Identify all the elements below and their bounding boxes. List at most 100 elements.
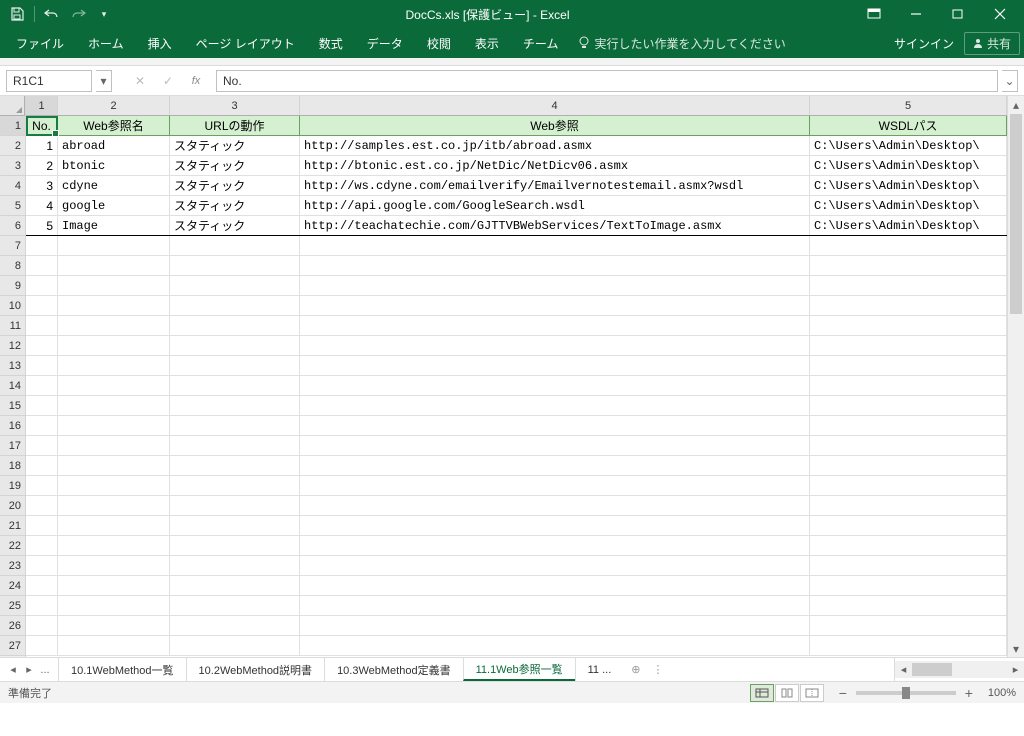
cell[interactable] [300,296,810,315]
cell[interactable]: スタティック [170,136,300,155]
sheet-tab[interactable]: 10.3WebMethod定義書 [324,658,464,681]
cell[interactable] [58,296,170,315]
cell[interactable] [810,556,1007,575]
insert-function-icon[interactable]: fx [184,71,208,91]
sheet-tab[interactable]: 10.2WebMethod説明書 [186,658,326,681]
tab-scroll-left-icon[interactable]: ◂ [6,663,20,676]
cell[interactable] [170,296,300,315]
column-header[interactable]: 4 [300,96,810,115]
cell[interactable] [300,416,810,435]
cell[interactable] [810,636,1007,655]
row-header[interactable]: 25 [0,596,25,616]
cell[interactable] [26,496,58,515]
tell-me[interactable]: 実行したい作業を入力してください [578,35,785,52]
cell[interactable] [58,616,170,635]
cell[interactable] [58,276,170,295]
normal-view-icon[interactable] [750,684,774,702]
cell[interactable] [300,396,810,415]
cell[interactable] [300,496,810,515]
row-header[interactable]: 20 [0,496,25,516]
cell[interactable] [170,516,300,535]
hscroll-right-icon[interactable]: ▸ [1007,661,1024,678]
row-header[interactable]: 9 [0,276,25,296]
row-header[interactable]: 23 [0,556,25,576]
cell[interactable] [170,576,300,595]
sheet-tab[interactable]: 11.1Web参照一覧 [463,658,576,681]
row-header[interactable]: 19 [0,476,25,496]
cell[interactable] [170,336,300,355]
cell[interactable] [26,516,58,535]
cell[interactable] [26,276,58,295]
tab-team[interactable]: チーム [511,28,571,58]
cell[interactable] [58,496,170,515]
cell[interactable] [300,536,810,555]
cell[interactable] [300,256,810,275]
cell[interactable] [58,236,170,255]
row-header[interactable]: 15 [0,396,25,416]
sheet-tab[interactable]: 11 ... [575,658,625,681]
tab-more[interactable]: ... [38,664,52,676]
hscroll-thumb[interactable] [912,663,952,676]
cell[interactable]: スタティック [170,196,300,215]
cell[interactable] [300,476,810,495]
row-header[interactable]: 2 [0,136,25,156]
cell[interactable]: 4 [26,196,58,215]
cell[interactable] [300,376,810,395]
tab-pagelayout[interactable]: ページ レイアウト [184,28,307,58]
column-header[interactable]: 1 [26,96,58,115]
cell[interactable] [170,396,300,415]
cancel-formula-icon[interactable]: ✕ [128,71,152,91]
cell[interactable]: 1 [26,136,58,155]
zoom-level[interactable]: 100% [988,687,1016,699]
formula-expand-icon[interactable]: ⌄ [1002,70,1018,92]
cell[interactable]: C:\Users\Admin\Desktop\ [810,216,1007,235]
cell[interactable] [58,536,170,555]
new-sheet-button[interactable]: ⊕ [623,658,648,681]
select-all-corner[interactable] [0,96,25,116]
cell[interactable]: http://samples.est.co.jp/itb/abroad.asmx [300,136,810,155]
cell[interactable]: http://teachatechie.com/GJTTVBWebService… [300,216,810,235]
cell[interactable] [170,376,300,395]
cell[interactable] [58,336,170,355]
cell[interactable] [58,456,170,475]
cell[interactable]: スタティック [170,176,300,195]
table-header-cell[interactable]: Web参照名 [58,116,170,136]
row-header[interactable]: 5 [0,196,25,216]
cell[interactable] [810,336,1007,355]
cell[interactable] [810,456,1007,475]
tab-file[interactable]: ファイル [4,28,76,58]
cell[interactable]: Image [58,216,170,235]
qat-customize-icon[interactable]: ▾ [95,5,113,23]
save-icon[interactable] [8,5,26,23]
cell[interactable]: スタティック [170,216,300,235]
cell[interactable] [170,636,300,655]
cell[interactable] [170,616,300,635]
column-header[interactable]: 2 [58,96,170,115]
row-header[interactable]: 18 [0,456,25,476]
row-header[interactable]: 22 [0,536,25,556]
cell[interactable] [810,356,1007,375]
tab-split-handle[interactable]: ⋮ [652,663,663,676]
cell[interactable] [300,556,810,575]
cell[interactable] [810,616,1007,635]
share-button[interactable]: 共有 [964,32,1020,55]
cell[interactable] [300,316,810,335]
cell[interactable] [170,416,300,435]
cell[interactable]: スタティック [170,156,300,175]
page-break-view-icon[interactable] [800,684,824,702]
cell[interactable]: http://btonic.est.co.jp/NetDic/NetDicv06… [300,156,810,175]
hscroll-left-icon[interactable]: ◂ [895,661,912,678]
cell[interactable] [810,476,1007,495]
zoom-out-button[interactable]: − [836,685,850,701]
cell[interactable] [300,516,810,535]
scroll-up-icon[interactable]: ▴ [1008,96,1024,113]
cell[interactable] [810,376,1007,395]
zoom-slider[interactable] [856,691,956,695]
name-box[interactable]: R1C1 [6,70,92,92]
cell[interactable] [26,616,58,635]
cell[interactable] [58,256,170,275]
close-button[interactable] [980,1,1020,27]
cell[interactable] [810,416,1007,435]
cell[interactable] [810,276,1007,295]
cell[interactable] [26,636,58,655]
